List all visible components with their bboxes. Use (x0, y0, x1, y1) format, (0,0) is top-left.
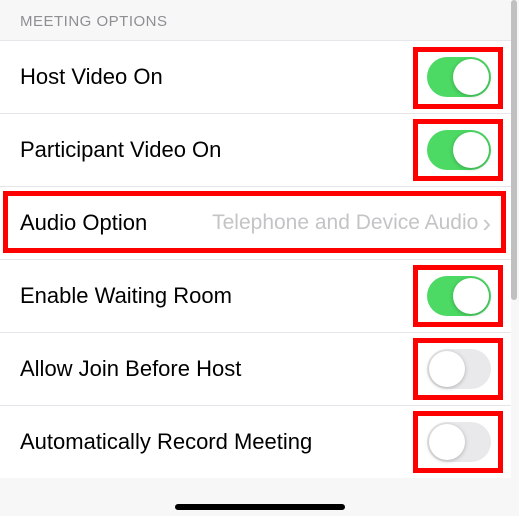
row-participant-video: Participant Video On (0, 113, 511, 186)
settings-panel: MEETING OPTIONS Host Video On Participan… (0, 0, 511, 478)
section-header: MEETING OPTIONS (0, 0, 511, 40)
auto-record-label: Automatically Record Meeting (20, 429, 427, 455)
auto-record-toggle[interactable] (427, 422, 491, 462)
row-auto-record: Automatically Record Meeting (0, 405, 511, 478)
host-video-label: Host Video On (20, 64, 427, 90)
join-before-toggle[interactable] (427, 349, 491, 389)
waiting-room-toggle[interactable] (427, 276, 491, 316)
chevron-right-icon: › (482, 210, 491, 236)
join-before-label: Allow Join Before Host (20, 356, 427, 382)
row-audio-option[interactable]: Audio Option Telephone and Device Audio … (0, 186, 511, 259)
row-waiting-room: Enable Waiting Room (0, 259, 511, 332)
audio-option-value: Telephone and Device Audio (212, 211, 478, 235)
waiting-room-label: Enable Waiting Room (20, 283, 427, 309)
host-video-toggle[interactable] (427, 57, 491, 97)
audio-option-label: Audio Option (20, 210, 212, 236)
scrollbar[interactable] (511, 0, 517, 300)
participant-video-toggle[interactable] (427, 130, 491, 170)
row-join-before-host: Allow Join Before Host (0, 332, 511, 405)
participant-video-label: Participant Video On (20, 137, 427, 163)
row-host-video: Host Video On (0, 40, 511, 113)
home-indicator[interactable] (175, 504, 345, 510)
